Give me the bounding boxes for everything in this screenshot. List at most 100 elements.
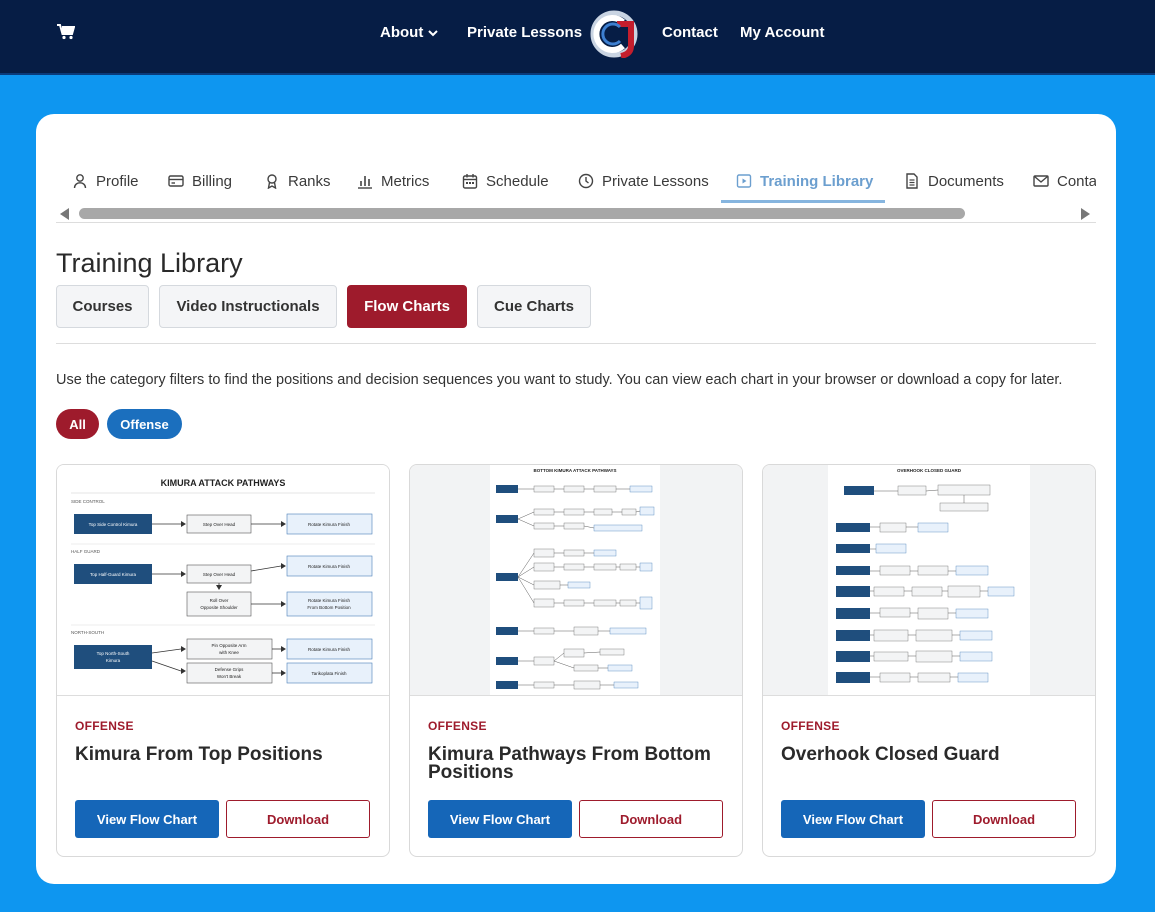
shopping-cart-icon[interactable] — [57, 24, 75, 40]
thumb-node: Kimura — [106, 658, 121, 663]
flow-chart-thumbnail[interactable]: BOTTOM KIMURA ATTACK PATHWAYS — [410, 465, 742, 696]
tab-label: Conta — [1057, 172, 1096, 190]
scroll-right-arrow-icon[interactable] — [1081, 208, 1090, 220]
tab-label: Schedule — [486, 172, 549, 190]
mail-icon — [1033, 175, 1049, 187]
thumb-node: Step Over Head — [203, 522, 236, 527]
tab-label: Documents — [928, 172, 1004, 190]
card-category: OFFENSE — [781, 719, 840, 733]
thumb-node: Defense Grips — [215, 667, 245, 672]
nav-private-lessons[interactable]: Private Lessons — [467, 24, 582, 42]
bottom-kimura-flow-chart-preview: BOTTOM KIMURA ATTACK PATHWAYS — [496, 468, 655, 690]
nav-about-label: About — [380, 24, 424, 41]
thumb-heading: OVERHOOK CLOSED GUARD — [897, 468, 962, 473]
card-title: Overhook Closed Guard — [781, 744, 1000, 765]
tab-training-library[interactable]: Training Library — [736, 158, 873, 204]
sub-tab-video-instructionals[interactable]: Video Instructionals — [159, 285, 337, 328]
card-category: OFFENSE — [75, 719, 134, 733]
thumb-section: NORTH-SOUTH — [71, 630, 104, 635]
flow-chart-card: BOTTOM KIMURA ATTACK PATHWAYS OFFENSE Ki… — [409, 464, 743, 857]
sub-tab-cue-charts[interactable]: Cue Charts — [477, 285, 591, 328]
tab-billing[interactable]: Billing — [168, 158, 232, 204]
thumb-section: SIDE CONTROL — [71, 499, 105, 504]
award-icon — [267, 174, 277, 189]
nav-about[interactable]: About — [380, 24, 439, 42]
library-description: Use the category filters to find the pos… — [56, 372, 1063, 388]
scroll-thumb[interactable] — [79, 208, 965, 219]
card-title: Kimura Pathways From Bottom Positions — [428, 744, 711, 783]
tab-label: Billing — [192, 172, 233, 190]
tab-label: Training Library — [760, 172, 874, 190]
download-button[interactable]: Download — [579, 800, 723, 838]
thumb-node: Rotate Kimura Finish — [308, 522, 351, 527]
tab-label: Private Lessons — [602, 172, 709, 190]
document-icon — [906, 173, 918, 189]
thumbnail-page: OVERHOOK CLOSED GUARD — [828, 465, 1030, 695]
flow-chart-thumbnail[interactable]: OVERHOOK CLOSED GUARD — [763, 465, 1095, 696]
tab-profile[interactable]: Profile — [72, 158, 139, 204]
kimura-flow-chart-preview: KIMURA ATTACK PATHWAYS SIDE CONTROL Top … — [57, 465, 389, 695]
flow-chart-card: OVERHOOK CLOSED GUARD OFFENSE Overhook C… — [762, 464, 1096, 857]
account-tabs: Profile Billing Ranks Metrics Schedule P… — [56, 158, 1096, 204]
bar-chart-icon — [358, 176, 372, 189]
thumb-nodes — [836, 484, 1015, 683]
divider — [56, 343, 1096, 344]
view-flow-chart-button[interactable]: View Flow Chart — [781, 800, 925, 838]
thumb-nodes — [496, 485, 655, 690]
thumb-node: Roll Over — [210, 598, 229, 603]
thumb-heading: KIMURA ATTACK PATHWAYS — [161, 478, 286, 488]
thumbnail-page: BOTTOM KIMURA ATTACK PATHWAYS — [490, 465, 660, 695]
tab-label: Ranks — [288, 172, 331, 190]
tab-documents[interactable]: Documents — [904, 158, 1004, 204]
active-tab-indicator — [721, 200, 885, 203]
thumb-node: From Bottom Position — [307, 605, 351, 610]
thumb-node: Rotate Kimura Finish — [308, 598, 351, 603]
page-title: Training Library — [56, 248, 243, 278]
sub-tab-courses[interactable]: Courses — [56, 285, 149, 328]
calendar-icon — [462, 174, 478, 189]
tab-ranks[interactable]: Ranks — [264, 158, 331, 204]
filter-offense[interactable]: Offense — [107, 409, 182, 439]
card-title: Kimura From Top Positions — [75, 744, 323, 765]
clock-icon — [578, 173, 594, 189]
top-navigation: About Private Lessons Contact My Account — [0, 0, 1155, 75]
thumb-node: Step Over Head — [203, 572, 236, 577]
card-category: OFFENSE — [428, 719, 487, 733]
play-icon — [736, 174, 752, 188]
tab-private-lessons[interactable]: Private Lessons — [578, 158, 709, 204]
flow-chart-thumbnail[interactable]: KIMURA ATTACK PATHWAYS SIDE CONTROL Top … — [57, 465, 389, 696]
view-flow-chart-button[interactable]: View Flow Chart — [428, 800, 572, 838]
nav-my-account[interactable]: My Account — [740, 24, 824, 42]
flow-chart-card: KIMURA ATTACK PATHWAYS SIDE CONTROL Top … — [56, 464, 390, 857]
tab-label: Profile — [96, 172, 139, 190]
overhook-flow-chart-preview: OVERHOOK CLOSED GUARD — [836, 468, 1015, 683]
sub-tab-flow-charts[interactable]: Flow Charts — [347, 285, 467, 328]
thumb-node: Pin Opposite Arm — [211, 643, 246, 648]
credit-card-icon — [168, 175, 184, 187]
site-logo[interactable] — [590, 10, 638, 58]
thumb-heading: BOTTOM KIMURA ATTACK PATHWAYS — [533, 468, 616, 473]
thumb-node: Tarikoplata Finish — [311, 671, 347, 676]
download-button[interactable]: Download — [226, 800, 370, 838]
thumb-node: Rotate Kimura Finish — [308, 647, 351, 652]
user-icon — [73, 174, 87, 189]
tab-schedule[interactable]: Schedule — [462, 158, 549, 204]
filter-all[interactable]: All — [56, 409, 99, 439]
nav-contact[interactable]: Contact — [662, 24, 718, 42]
thumb-node: Top Half-Guard Kimura — [90, 572, 137, 577]
tab-label: Metrics — [381, 172, 430, 190]
thumb-section: HALF GUARD — [71, 549, 101, 554]
thumb-node: Rotate Kimura Finish — [308, 564, 351, 569]
scroll-left-arrow-icon[interactable] — [60, 208, 69, 220]
view-flow-chart-button[interactable]: View Flow Chart — [75, 800, 219, 838]
thumb-node: Top Side Control Kimura — [89, 522, 138, 527]
tab-metrics[interactable]: Metrics — [357, 158, 429, 204]
download-button[interactable]: Download — [932, 800, 1076, 838]
thumb-connectors — [870, 489, 988, 678]
thumb-node: Won't Break — [217, 674, 242, 679]
tabs-scrollbar[interactable] — [56, 204, 1096, 223]
tab-contact[interactable]: Conta — [1033, 158, 1096, 204]
thumb-node: with Knee — [219, 650, 239, 655]
chevron-down-icon — [428, 30, 439, 37]
thumb-node: Top North-South — [97, 651, 130, 656]
